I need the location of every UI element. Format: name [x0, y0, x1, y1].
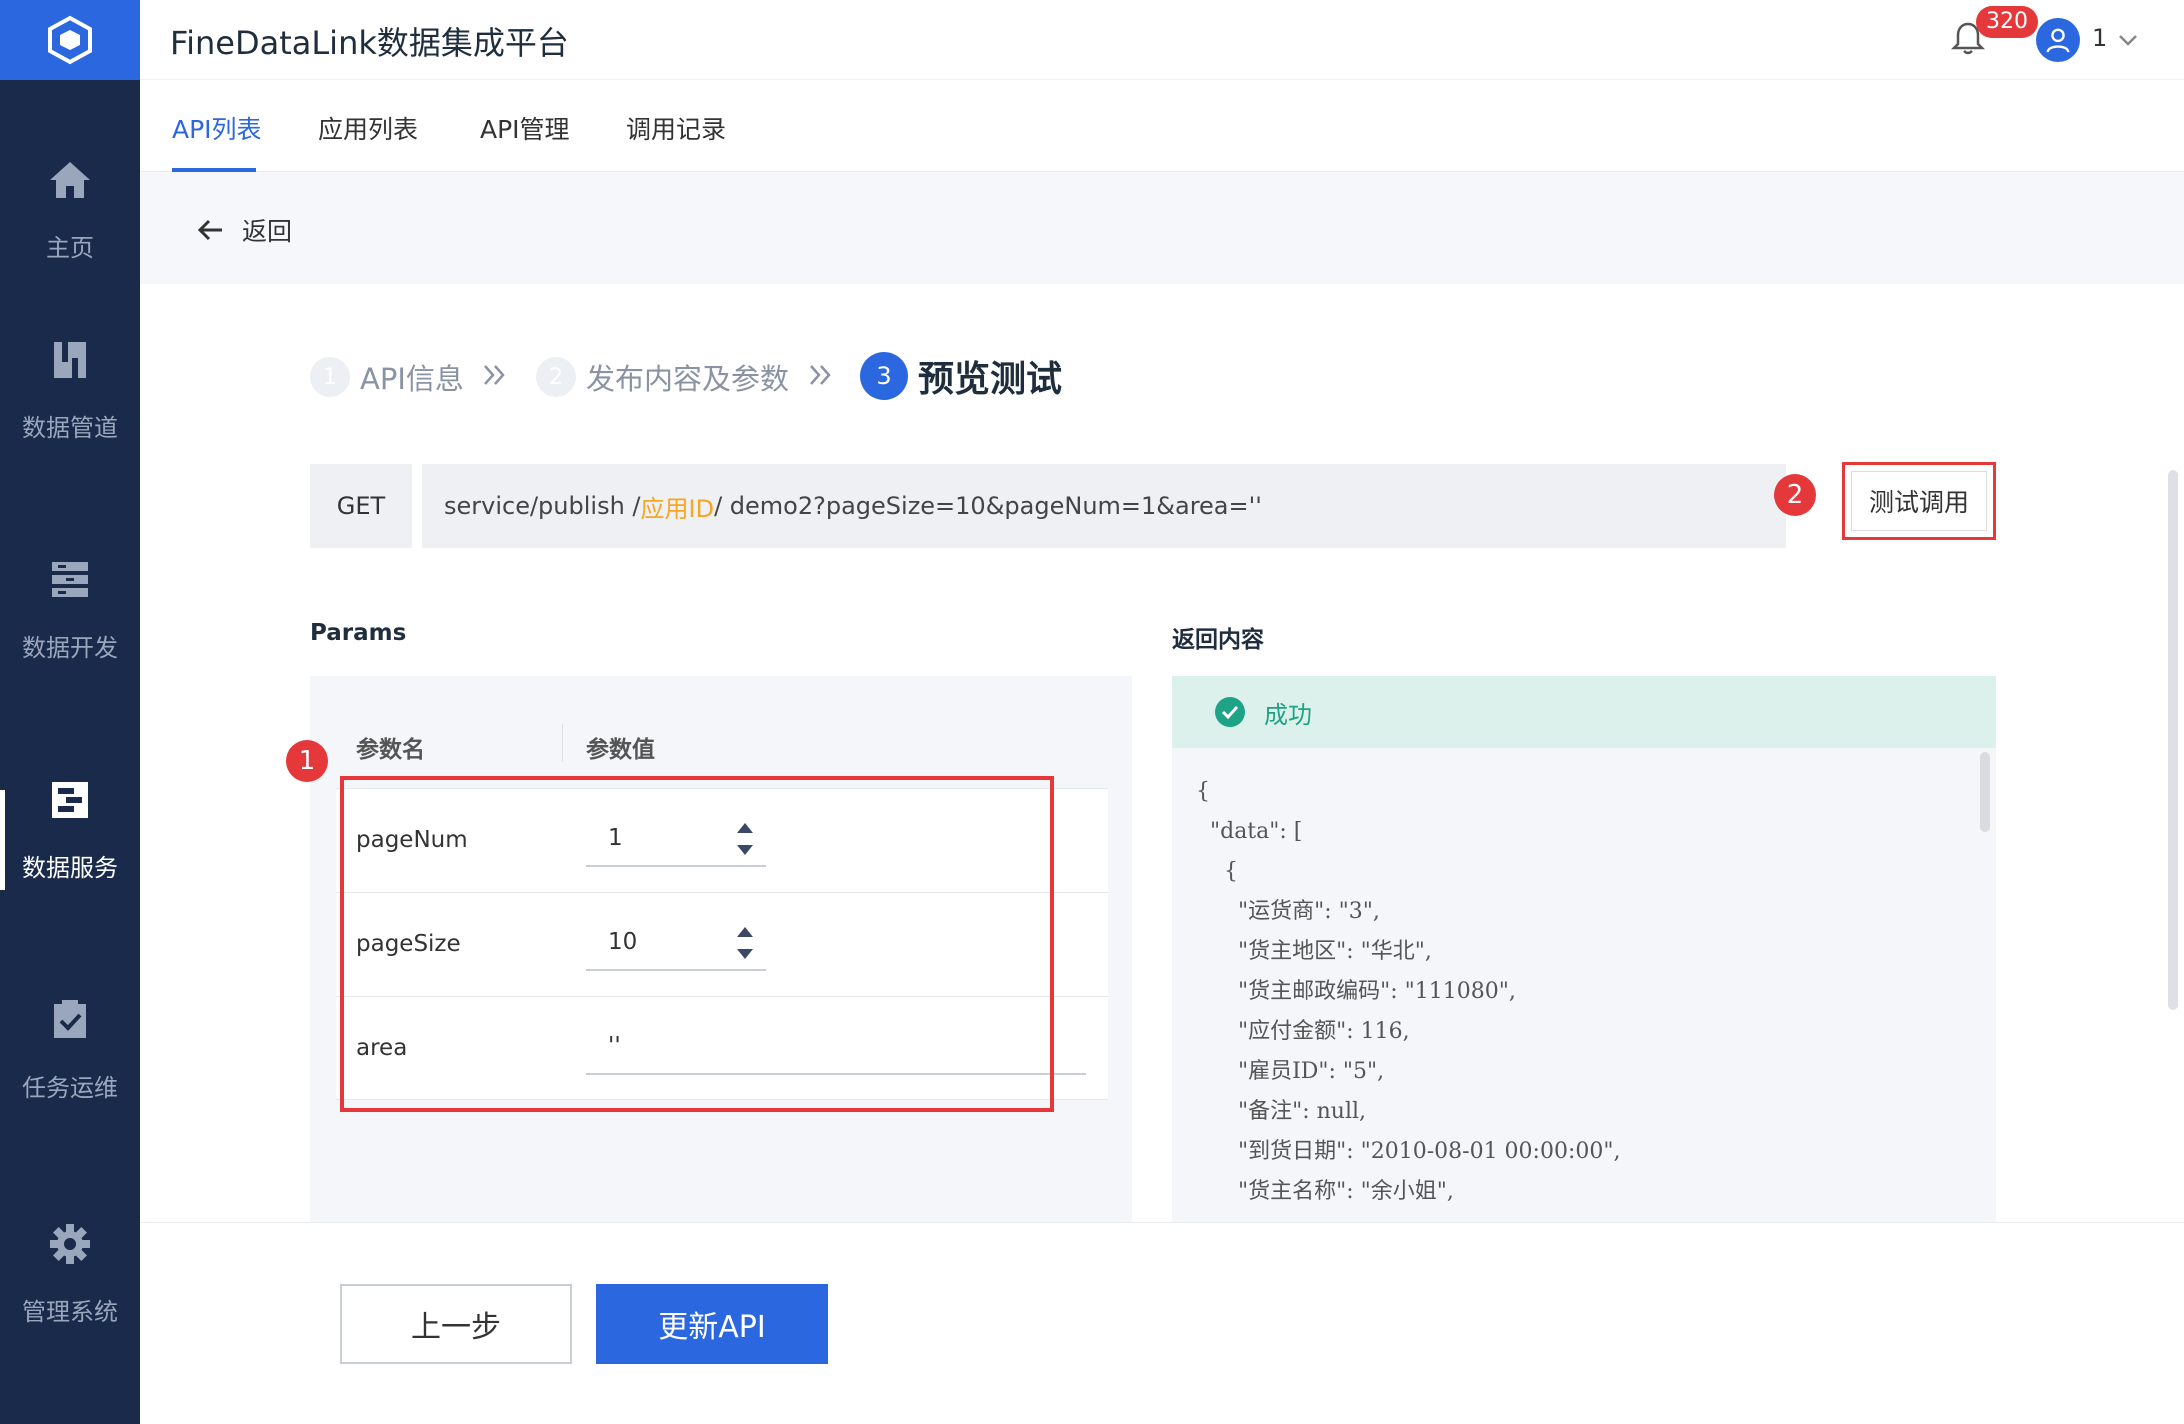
- task-icon: [54, 999, 86, 1038]
- col-param-value: 参数值: [586, 737, 655, 763]
- sidebar-item-pipeline[interactable]: 数据管道: [0, 300, 140, 480]
- prev-step-button[interactable]: 上一步: [340, 1284, 572, 1364]
- param-value-input[interactable]: '': [586, 1019, 1086, 1075]
- url-suffix: / demo2?pageSize=10&pageNum=1&area='': [714, 492, 1262, 520]
- update-api-button[interactable]: 更新API: [596, 1284, 828, 1364]
- user-name[interactable]: 1: [2092, 24, 2107, 52]
- pipeline-icon: [54, 341, 86, 378]
- param-value: 1: [608, 825, 623, 851]
- response-status: 成功: [1172, 676, 1996, 748]
- stepper-arrows-icon[interactable]: [734, 921, 756, 965]
- step-label: API信息: [360, 362, 464, 396]
- response-line: "备注": null,: [1196, 1099, 1367, 1124]
- step-number: 2: [536, 357, 576, 397]
- params-title: Params: [310, 620, 407, 646]
- step-api-info: 1 API信息: [310, 356, 464, 398]
- param-name: pageSize: [356, 931, 461, 957]
- tab-app-list[interactable]: 应用列表: [318, 110, 418, 146]
- app-logo[interactable]: [0, 0, 140, 80]
- response-line: {: [1196, 859, 1238, 884]
- step-label: 预览测试: [918, 359, 1063, 400]
- back-button[interactable]: 返回: [196, 212, 292, 248]
- url-prefix: service/publish /: [444, 492, 641, 520]
- service-icon: [52, 781, 88, 818]
- tab-bar: API列表 应用列表 API管理 调用记录: [140, 80, 2184, 172]
- response-title: 返回内容: [1172, 627, 1264, 653]
- sidebar-item-dev[interactable]: 数据开发: [0, 520, 140, 700]
- sidebar-item-task[interactable]: 任务运维: [0, 960, 140, 1140]
- annotation-marker-1: 1: [286, 740, 328, 782]
- param-row: pageSize 10: [336, 892, 1108, 996]
- top-header: FineDataLink数据集成平台 320 1: [140, 0, 2184, 80]
- chevron-down-icon[interactable]: [2116, 28, 2140, 52]
- cube-logo-icon: [48, 15, 92, 65]
- param-value-stepper[interactable]: 10: [586, 915, 766, 971]
- sidebar-item-home[interactable]: 主页: [0, 120, 140, 300]
- param-value: 10: [608, 929, 638, 955]
- sidebar-item-label: 任务运维: [22, 1073, 118, 1102]
- response-line: "货主名称": "余小姐",: [1196, 1179, 1454, 1204]
- sidebar-item-admin[interactable]: 管理系统: [0, 1184, 140, 1364]
- annotation-marker-2: 2: [1774, 474, 1816, 516]
- response-line: "data": [: [1196, 819, 1303, 844]
- http-method: GET: [310, 464, 412, 548]
- sidebar-item-label: 主页: [46, 233, 94, 262]
- avatar[interactable]: [2036, 18, 2080, 62]
- response-line: "到货日期": "2010-08-01 00:00:00",: [1196, 1139, 1621, 1164]
- test-call-button[interactable]: 测试调用: [1842, 462, 1996, 540]
- param-row: pageNum 1: [336, 788, 1108, 892]
- sidebar: 主页 数据管道 数据开发 数据服务 任务运维 管理系统: [0, 0, 140, 1424]
- response-json: { "data": [ { "运货商": "3", "货主地区": "华北", …: [1196, 772, 1620, 1212]
- check-circle-icon: [1215, 697, 1245, 727]
- param-row: area '': [336, 996, 1108, 1100]
- user-icon: [2046, 28, 2070, 53]
- test-call-label: 测试调用: [1868, 488, 1969, 517]
- tab-call-records[interactable]: 调用记录: [626, 110, 726, 146]
- column-divider: [562, 724, 563, 762]
- response-line: {: [1196, 779, 1210, 804]
- response-line: "应付金额": 116,: [1196, 1019, 1410, 1044]
- stepper-arrows-icon[interactable]: [734, 817, 756, 861]
- back-bar: 返回: [140, 172, 2184, 284]
- response-line: "雇员ID": "5",: [1196, 1059, 1385, 1084]
- sidebar-item-label: 管理系统: [22, 1297, 118, 1326]
- response-line: "货主地区": "华北",: [1196, 939, 1432, 964]
- status-text: 成功: [1264, 700, 1312, 729]
- tab-api-list[interactable]: API列表: [172, 110, 262, 146]
- double-chevron-right-icon: [810, 365, 831, 385]
- request-url: service/publish / 应用ID / demo2?pageSize=…: [422, 464, 1786, 548]
- home-icon: [50, 161, 90, 198]
- response-scrollbar[interactable]: [1980, 752, 1990, 832]
- sidebar-item-label: 数据管道: [22, 413, 118, 442]
- notification-badge: 320: [1976, 6, 2038, 38]
- arrow-left-icon: [197, 219, 222, 241]
- url-app-id: 应用ID: [640, 494, 715, 523]
- sidebar-item-label: 数据开发: [22, 633, 118, 662]
- sidebar-item-label: 数据服务: [22, 853, 118, 882]
- dev-icon: [52, 561, 88, 597]
- page-scrollbar[interactable]: [2168, 470, 2178, 1010]
- gear-icon: [50, 1223, 90, 1264]
- back-label: 返回: [242, 217, 293, 246]
- param-name: pageNum: [356, 827, 468, 853]
- tab-api-manage[interactable]: API管理: [480, 110, 570, 146]
- response-line: "运货商": "3",: [1196, 899, 1380, 924]
- param-value-stepper[interactable]: 1: [586, 811, 766, 867]
- sidebar-item-service[interactable]: 数据服务: [0, 740, 140, 920]
- step-label: 发布内容及参数: [586, 362, 790, 396]
- step-preview-test: 3 预览测试: [860, 350, 1062, 402]
- step-number: 1: [310, 357, 350, 397]
- step-publish-params: 2 发布内容及参数: [536, 356, 789, 398]
- col-param-name: 参数名: [356, 737, 425, 763]
- param-name: area: [356, 1035, 408, 1061]
- app-title: FineDataLink数据集成平台: [170, 24, 569, 62]
- response-line: "货主邮政编码": "111080",: [1196, 979, 1516, 1004]
- step-number: 3: [860, 352, 908, 400]
- param-value: '': [608, 1033, 621, 1059]
- double-chevron-right-icon: [484, 365, 505, 385]
